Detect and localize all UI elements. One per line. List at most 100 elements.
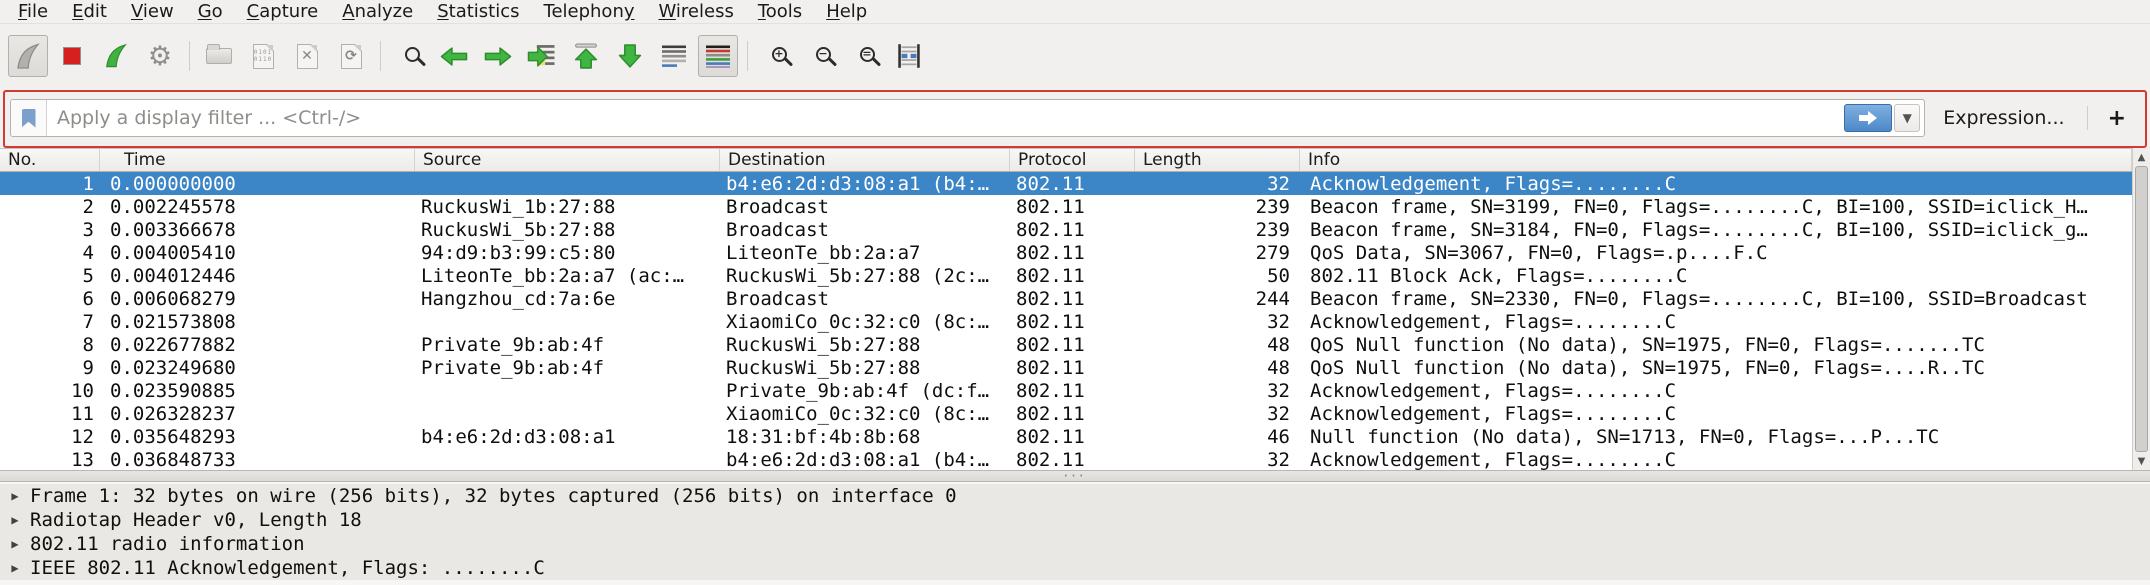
resize-columns-button[interactable] xyxy=(889,35,929,77)
expand-icon[interactable]: ▶ xyxy=(0,537,30,551)
auto-scroll-button[interactable] xyxy=(654,35,694,77)
cell-info: Beacon frame, SN=3184, FN=0, Flags=.....… xyxy=(1300,219,2132,241)
reload-file-button[interactable]: ⟳ xyxy=(331,35,371,77)
gear-icon: ⚙ xyxy=(148,43,172,70)
column-header-length[interactable]: Length xyxy=(1135,149,1300,171)
menu-view[interactable]: View xyxy=(119,0,186,23)
cell-source: RuckusWi_5b:27:88 xyxy=(415,219,720,241)
menu-statistics[interactable]: Statistics xyxy=(425,0,531,23)
cell-protocol: 802.11 xyxy=(1010,242,1135,264)
stop-capture-button[interactable] xyxy=(52,35,92,77)
packet-row-11[interactable]: 110.026328237XiaomiCo_0c:32:c0 (8c:…802.… xyxy=(0,402,2132,425)
filter-bookmark-button[interactable] xyxy=(11,100,47,136)
start-capture-button[interactable] xyxy=(8,35,48,77)
packet-row-3[interactable]: 30.003366678RuckusWi_5b:27:88Broadcast80… xyxy=(0,218,2132,241)
search-icon xyxy=(405,47,420,62)
cell-no: 6 xyxy=(0,288,100,310)
zoom-normal-button[interactable]: = xyxy=(845,35,885,77)
open-file-button[interactable] xyxy=(199,35,239,77)
expand-icon[interactable]: ▶ xyxy=(0,513,30,527)
go-first-packet-button[interactable] xyxy=(566,35,606,77)
cell-no: 3 xyxy=(0,219,100,241)
packet-row-12[interactable]: 120.035648293b4:e6:2d:d3:08:a118:31:bf:4… xyxy=(0,425,2132,448)
packet-row-4[interactable]: 40.00400541094:d9:b3:99:c5:80LiteonTe_bb… xyxy=(0,241,2132,264)
packet-row-9[interactable]: 90.023249680Private_9b:ab:4fRuckusWi_5b:… xyxy=(0,356,2132,379)
detail-row[interactable]: ▶802.11 radio information xyxy=(0,532,2150,556)
display-filter-field[interactable]: ▼ xyxy=(10,99,1925,137)
column-header-destination[interactable]: Destination xyxy=(720,149,1010,171)
packet-row-1[interactable]: 10.000000000b4:e6:2d:d3:08:a1 (b4:…802.1… xyxy=(0,172,2132,195)
go-back-button[interactable] xyxy=(434,35,474,77)
cell-destination: LiteonTe_bb:2a:a7 xyxy=(720,242,1010,264)
cell-length: 32 xyxy=(1135,173,1300,195)
detail-row[interactable]: ▶IEEE 802.11 Acknowledgement, Flags: ...… xyxy=(0,556,2150,580)
cell-no: 5 xyxy=(0,265,100,287)
column-header-time[interactable]: Time xyxy=(100,149,415,171)
menu-edit[interactable]: Edit xyxy=(60,0,119,23)
go-last-packet-button[interactable] xyxy=(610,35,650,77)
cell-destination: b4:e6:2d:d3:08:a1 (b4:… xyxy=(720,449,1010,471)
find-packet-button[interactable] xyxy=(390,35,430,77)
cell-length: 239 xyxy=(1135,219,1300,241)
packet-row-6[interactable]: 60.006068279Hangzhou_cd:7a:6eBroadcast80… xyxy=(0,287,2132,310)
expand-icon[interactable]: ▶ xyxy=(0,561,30,575)
zoom-in-button[interactable]: + xyxy=(757,35,797,77)
menu-go[interactable]: Go xyxy=(186,0,235,23)
restart-capture-button[interactable] xyxy=(96,35,136,77)
menu-analyze[interactable]: Analyze xyxy=(330,0,425,23)
save-file-button[interactable]: 01010110 xyxy=(243,35,283,77)
close-file-button[interactable]: ✕ xyxy=(287,35,327,77)
colorize-packets-button[interactable] xyxy=(698,35,738,77)
column-header-source[interactable]: Source xyxy=(415,149,720,171)
filter-history-dropdown[interactable]: ▼ xyxy=(1894,104,1920,132)
expression-button[interactable]: Expression... xyxy=(1943,107,2064,129)
menu-wireless[interactable]: Wireless xyxy=(647,0,746,23)
cell-source: Private_9b:ab:4f xyxy=(415,334,720,356)
packet-row-10[interactable]: 100.023590885Private_9b:ab:4f (dc:f…802.… xyxy=(0,379,2132,402)
packet-row-5[interactable]: 50.004012446LiteonTe_bb:2a:a7 (ac:…Rucku… xyxy=(0,264,2132,287)
column-header-protocol[interactable]: Protocol xyxy=(1010,149,1135,171)
scroll-up-icon[interactable]: ▲ xyxy=(2133,148,2150,166)
detail-row[interactable]: ▶Frame 1: 32 bytes on wire (256 bits), 3… xyxy=(0,484,2150,508)
add-filter-button[interactable]: + xyxy=(2108,106,2126,131)
scrollbar-thumb[interactable] xyxy=(2135,166,2148,452)
menu-capture[interactable]: Capture xyxy=(235,0,331,23)
cell-destination: Broadcast xyxy=(720,288,1010,310)
cell-destination: RuckusWi_5b:27:88 (2c:… xyxy=(720,265,1010,287)
display-filter-input[interactable] xyxy=(47,100,1844,136)
expand-icon[interactable]: ▶ xyxy=(0,489,30,503)
toolbar-separator xyxy=(380,41,381,71)
cell-no: 11 xyxy=(0,403,100,425)
apply-filter-button[interactable] xyxy=(1844,104,1892,132)
menu-help[interactable]: Help xyxy=(814,0,879,23)
detail-text: 802.11 radio information xyxy=(30,533,305,555)
cell-destination: Broadcast xyxy=(720,196,1010,218)
packet-row-7[interactable]: 70.021573808XiaomiCo_0c:32:c0 (8c:…802.1… xyxy=(0,310,2132,333)
pane-splitter[interactable]: ··· xyxy=(0,470,2150,482)
menu-file[interactable]: File xyxy=(6,0,60,23)
vertical-scrollbar[interactable]: ▲ ▼ xyxy=(2132,148,2150,470)
restart-fin-icon xyxy=(104,43,128,69)
cell-no: 12 xyxy=(0,426,100,448)
cell-no: 8 xyxy=(0,334,100,356)
cell-destination: RuckusWi_5b:27:88 xyxy=(720,357,1010,379)
filter-separator xyxy=(2087,106,2088,130)
packet-row-8[interactable]: 80.022677882Private_9b:ab:4fRuckusWi_5b:… xyxy=(0,333,2132,356)
zoom-out-button[interactable]: − xyxy=(801,35,841,77)
go-to-packet-button[interactable] xyxy=(522,35,562,77)
packet-row-2[interactable]: 20.002245578RuckusWi_1b:27:88Broadcast80… xyxy=(0,195,2132,218)
capture-options-button[interactable]: ⚙ xyxy=(140,35,180,77)
cell-length: 32 xyxy=(1135,403,1300,425)
go-forward-button[interactable] xyxy=(478,35,518,77)
menu-telephony[interactable]: Telephony xyxy=(532,0,647,23)
menu-tools[interactable]: Tools xyxy=(746,0,814,23)
cell-time: 0.026328237 xyxy=(100,403,415,425)
cell-no: 13 xyxy=(0,449,100,471)
scroll-down-icon[interactable]: ▼ xyxy=(2133,452,2150,470)
cell-protocol: 802.11 xyxy=(1010,357,1135,379)
column-header-info[interactable]: Info xyxy=(1300,149,2132,171)
column-header-no[interactable]: No. xyxy=(0,149,100,171)
zoom-in-icon: + xyxy=(772,47,787,62)
wireshark-fin-icon xyxy=(15,43,41,70)
detail-row[interactable]: ▶Radiotap Header v0, Length 18 xyxy=(0,508,2150,532)
